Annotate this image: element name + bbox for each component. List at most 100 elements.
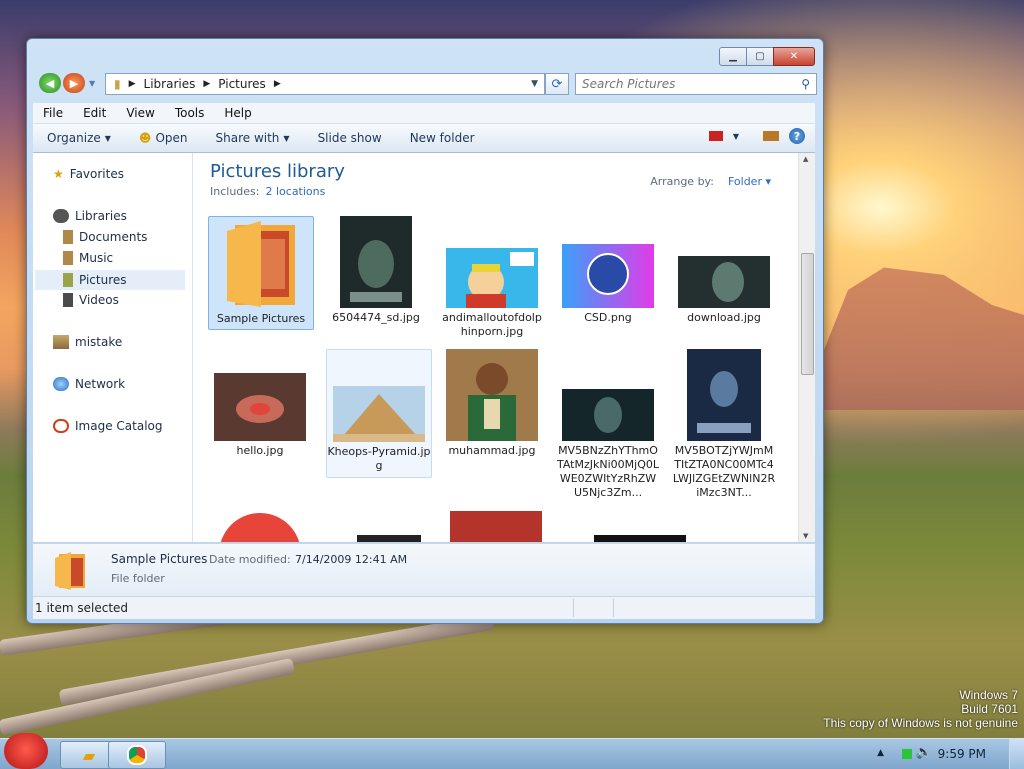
menu-tools[interactable]: Tools [165, 106, 215, 120]
volume-icon[interactable]: 🔈 [916, 745, 932, 760]
image-thumbnail[interactable] [357, 535, 421, 542]
new-folder-button[interactable]: New folder [396, 131, 489, 145]
scroll-up-icon[interactable]: ▲ [803, 155, 808, 163]
pictures-icon [63, 273, 73, 287]
slide-show-button[interactable]: Slide show [304, 131, 396, 145]
nav-label: Documents [79, 230, 148, 244]
window-controls: ▁ ▢ ✕ [719, 47, 815, 66]
taskbar-chrome-button[interactable] [108, 741, 166, 769]
network-icon [53, 377, 69, 391]
image-thumbnail[interactable] [219, 513, 301, 542]
close-button[interactable]: ✕ [773, 47, 815, 66]
nav-libraries[interactable]: Libraries [53, 209, 127, 223]
status-bar: 1 item selected [33, 596, 815, 619]
system-clock[interactable]: 9:59 PM [938, 747, 986, 761]
list-item[interactable]: muhammad.jpg [440, 349, 544, 458]
nav-documents[interactable]: Documents [63, 230, 147, 244]
details-type: File folder [111, 572, 165, 585]
recent-pages-chevron-icon[interactable]: ▼ [89, 79, 95, 88]
list-item[interactable]: download.jpg [672, 216, 776, 325]
includes-locations-link[interactable]: 2 locations [265, 185, 325, 198]
vertical-scrollbar[interactable]: ▲ ▼ [798, 153, 815, 542]
show-hidden-icons-icon[interactable]: ▲ [877, 748, 884, 758]
nav-label: Image Catalog [75, 419, 163, 433]
nav-music[interactable]: Music [63, 251, 113, 265]
breadcrumb-pictures[interactable]: Pictures [218, 77, 266, 91]
chrome-icon [127, 745, 147, 765]
help-icon[interactable]: ? [789, 128, 805, 144]
image-thumbnail [446, 248, 538, 308]
menu-file[interactable]: File [33, 106, 73, 120]
menu-edit[interactable]: Edit [73, 106, 116, 120]
breadcrumb-separator-icon: ▶ [128, 79, 136, 89]
wallpaper-fence [0, 657, 296, 736]
image-thumbnail [446, 349, 538, 441]
menu-view[interactable]: View [116, 106, 164, 120]
show-desktop-button[interactable] [1009, 739, 1024, 769]
preview-pane-icon[interactable] [763, 131, 779, 141]
list-item[interactable]: Sample Pictures [208, 216, 314, 330]
folder-open-icon: ☻ [138, 131, 152, 145]
nav-label: Libraries [75, 209, 127, 223]
minimize-button[interactable]: ▁ [719, 47, 747, 66]
list-item[interactable]: MV5BNzZhYThmOTAtMzJkNi00MjQ0LWE0ZWItYzRh… [556, 349, 660, 500]
nav-network[interactable]: Network [53, 377, 125, 391]
forward-button[interactable]: ▶ [63, 73, 85, 93]
details-date-label: Date modified: [209, 553, 291, 566]
command-bar: Organize ▼ ☻ Open Share with ▼ Slide show N… [33, 124, 815, 153]
search-input[interactable] [576, 76, 784, 92]
user-folder-icon [53, 335, 69, 349]
nav-favorites[interactable]: ★ Favorites [53, 167, 124, 181]
list-item[interactable]: CSD.png [556, 216, 660, 325]
change-view-icon[interactable] [708, 131, 723, 141]
nav-label: Favorites [69, 167, 124, 181]
address-dropdown-icon[interactable]: ▼ [531, 79, 538, 89]
item-name: Kheops-Pyramid.jpg [327, 445, 431, 472]
breadcrumb-libraries[interactable]: Libraries [144, 77, 196, 91]
nav-label: mistake [75, 335, 123, 349]
image-thumbnail[interactable] [450, 511, 542, 542]
videos-icon [63, 293, 73, 307]
open-button[interactable]: ☻ Open [125, 131, 202, 145]
view-dropdown-icon[interactable]: ▼ [733, 132, 739, 141]
maximize-button[interactable]: ▢ [746, 47, 774, 66]
slide-show-label: Slide show [317, 131, 382, 145]
new-folder-label: New folder [409, 131, 475, 145]
item-name: CSD.png [584, 311, 632, 324]
item-name: download.jpg [687, 311, 761, 324]
chevron-down-icon: ▼ [104, 133, 111, 143]
nav-videos[interactable]: Videos [63, 293, 119, 307]
image-thumbnail [562, 244, 654, 308]
list-item[interactable]: Kheops-Pyramid.jpg [326, 349, 432, 478]
share-with-button[interactable]: Share with ▼ [202, 131, 304, 145]
list-item[interactable]: 6504474_sd.jpg [324, 216, 428, 325]
scroll-down-icon[interactable]: ▼ [803, 532, 808, 540]
organize-button[interactable]: Organize ▼ [33, 131, 125, 145]
list-item[interactable]: hello.jpg [208, 349, 312, 458]
organize-label: Organize [47, 131, 101, 145]
details-date-value: 7/14/2009 12:41 AM [295, 553, 408, 566]
nav-image-catalog[interactable]: Image Catalog [53, 419, 162, 433]
arrange-by-dropdown[interactable]: Folder ▾ [728, 175, 771, 188]
scrollbar-thumb[interactable] [801, 253, 814, 375]
address-bar[interactable]: ▮ ▶ Libraries ▶ Pictures ▶ ▼ [105, 73, 545, 95]
breadcrumb-separator-icon: ▶ [273, 79, 281, 89]
list-item[interactable]: andimalloutofdolphinporn.jpg [440, 216, 544, 339]
back-button[interactable]: ◀ [39, 73, 61, 93]
status-text: 1 item selected [35, 601, 129, 615]
menu-help[interactable]: Help [214, 106, 261, 120]
start-button[interactable] [4, 733, 48, 769]
image-thumbnail [678, 256, 770, 308]
search-box[interactable]: ⚲ [575, 73, 817, 95]
image-thumbnail[interactable] [594, 535, 686, 542]
list-item[interactable]: MV5BOTZjYWJmMTItZTA0NC00MTc4LWJlZGEtZWNl… [672, 349, 776, 500]
search-icon[interactable]: ⚲ [801, 77, 810, 91]
refresh-button[interactable]: ⟳ [545, 73, 569, 95]
network-tray-icon[interactable] [902, 749, 912, 759]
genuine-watermark: Windows 7 Build 7601 This copy of Window… [823, 688, 1018, 730]
nav-mistake[interactable]: mistake [53, 335, 122, 349]
status-divider [613, 599, 614, 617]
item-name: Sample Pictures [216, 312, 306, 325]
folder-icon [55, 552, 85, 590]
nav-pictures[interactable]: Pictures [35, 270, 185, 290]
